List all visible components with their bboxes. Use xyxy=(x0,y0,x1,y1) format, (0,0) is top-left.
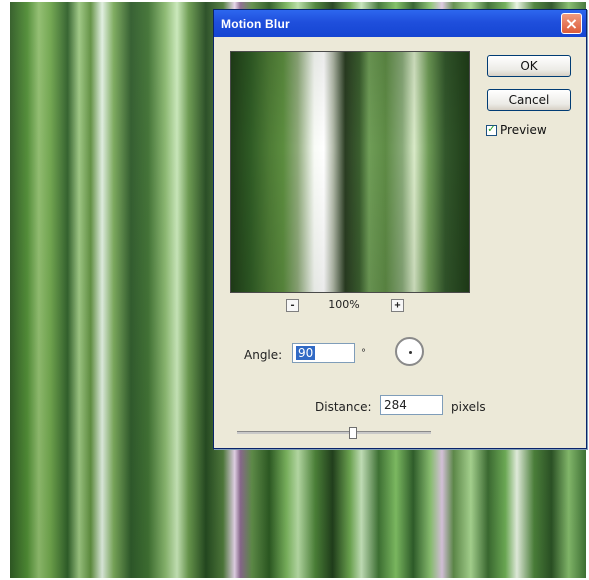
ok-button[interactable]: OK xyxy=(487,55,571,77)
angle-label: Angle: xyxy=(244,348,283,362)
zoom-out-button[interactable]: - xyxy=(286,299,299,312)
distance-slider[interactable] xyxy=(237,427,431,439)
preview-zoom-controls: - 100% + xyxy=(280,297,420,317)
angle-dial-center xyxy=(409,351,412,354)
angle-dial[interactable] xyxy=(395,337,424,366)
distance-unit: pixels xyxy=(451,400,486,414)
distance-slider-track xyxy=(237,431,431,434)
dialog-title: Motion Blur xyxy=(221,16,290,31)
preview-toggle[interactable]: ✓ Preview xyxy=(486,123,547,137)
motion-blur-dialog: Motion Blur × OK Cancel ✓ Preview - 100%… xyxy=(213,9,587,449)
angle-value: 90 xyxy=(296,346,316,360)
cancel-button[interactable]: Cancel xyxy=(487,89,571,111)
zoom-value: 100% xyxy=(328,298,360,311)
preview-label: Preview xyxy=(500,123,547,137)
distance-slider-thumb[interactable] xyxy=(349,427,357,439)
zoom-in-button[interactable]: + xyxy=(391,299,404,312)
filter-preview xyxy=(230,51,470,293)
preview-checkbox[interactable]: ✓ xyxy=(486,124,497,136)
distance-input[interactable]: 284 xyxy=(380,395,443,415)
close-icon[interactable]: × xyxy=(561,13,582,34)
degree-symbol: ° xyxy=(361,348,366,359)
distance-value: 284 xyxy=(384,398,407,412)
dialog-titlebar[interactable]: Motion Blur × xyxy=(214,10,586,37)
angle-input[interactable]: 90 xyxy=(292,343,355,363)
distance-label: Distance: xyxy=(315,400,372,414)
